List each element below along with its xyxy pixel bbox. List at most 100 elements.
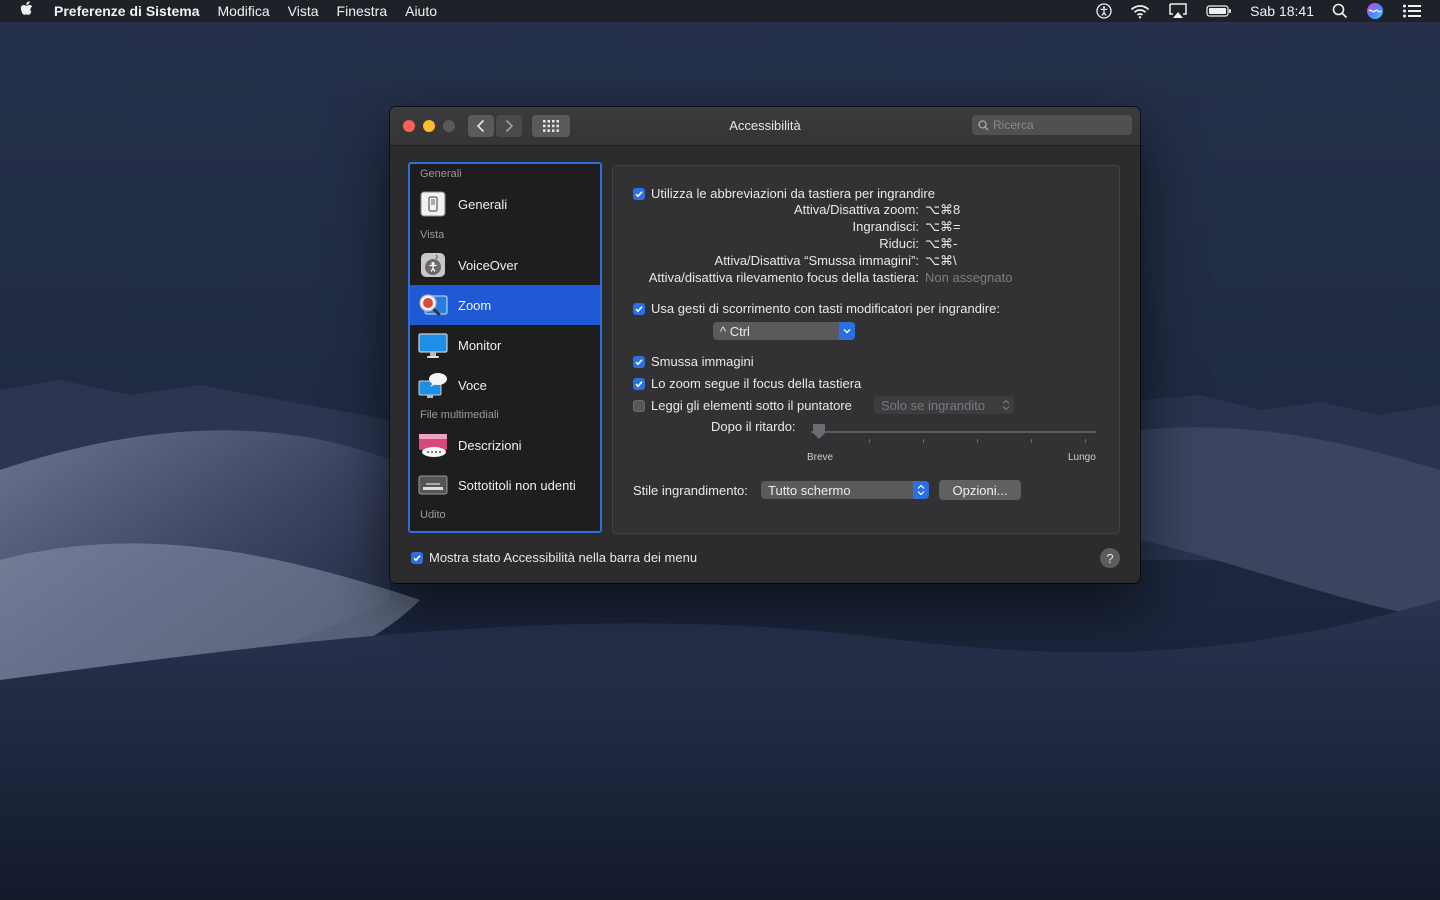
checkmark-icon	[413, 554, 421, 561]
category-sidebar[interactable]: Generali Generali Vista VoiceOver Zoom M…	[408, 162, 602, 533]
wifi-icon[interactable]	[1130, 3, 1150, 19]
sidebar-item-label: Voce	[458, 377, 487, 393]
zoom-icon	[418, 290, 448, 320]
smooth-images-checkbox[interactable]	[633, 355, 645, 368]
menu-aiuto[interactable]: Aiuto	[405, 3, 437, 19]
help-button[interactable]: ?	[1100, 548, 1120, 568]
slider-tick	[1085, 439, 1086, 443]
sidebar-item-label: Monitor	[458, 337, 502, 353]
sidebar-item-monitor[interactable]: Monitor	[410, 325, 600, 365]
search-icon	[978, 119, 989, 130]
scroll-gesture-label: Usa gesti di scorrimento con tasti modif…	[651, 301, 1000, 316]
zoom-style-label: Stile ingrandimento:	[633, 483, 748, 498]
sidebar-section-file-multimediali: File multimediali	[420, 409, 499, 421]
menu-status-label: Mostra stato Accessibilità nella barra d…	[429, 550, 698, 565]
chevron-down-icon	[839, 322, 855, 340]
smooth-images-label: Smussa immagini	[651, 354, 754, 369]
menu-vista[interactable]: Vista	[288, 3, 319, 19]
sidebar-item-label: VoiceOver	[458, 257, 518, 273]
menu-bar: Preferenze di Sistema Modifica Vista Fin…	[0, 0, 1440, 22]
shortcut-value: Non assegnato	[925, 270, 1013, 285]
shortcut-value: ⌥⌘=	[925, 219, 961, 234]
general-icon	[418, 189, 448, 219]
sidebar-item-voiceover[interactable]: VoiceOver	[410, 245, 600, 285]
speech-icon	[418, 370, 448, 400]
keyboard-shortcuts-checkbox[interactable]	[633, 187, 645, 200]
speak-items-checkbox[interactable]	[633, 399, 645, 412]
shortcut-value: ⌥⌘8	[925, 202, 961, 217]
search-field[interactable]	[972, 115, 1132, 135]
sidebar-section-udito: Udito	[420, 509, 446, 521]
sidebar-item-generali[interactable]: Generali	[410, 184, 600, 224]
zoom-style-value: Tutto schermo	[768, 482, 851, 498]
shortcut-label: Attiva/Disattiva “Smussa immagini”:	[714, 253, 919, 268]
sidebar-item-label: Sottotitoli non udenti	[458, 477, 576, 493]
accessibility-window: Accessibilità Generali Generali Vista Vo…	[390, 107, 1140, 583]
sidebar-item-voce[interactable]: Voce	[410, 365, 600, 405]
voiceover-icon	[418, 250, 448, 280]
checkmark-icon	[635, 190, 643, 197]
follow-focus-row[interactable]: Lo zoom segue il focus della tastiera	[633, 376, 861, 391]
descriptions-icon	[418, 430, 448, 460]
spotlight-search-icon[interactable]	[1332, 3, 1348, 19]
keyboard-shortcuts-label: Utilizza le abbreviazioni da tastiera pe…	[651, 186, 935, 201]
follow-focus-checkbox[interactable]	[633, 377, 645, 390]
slider-knob	[813, 424, 825, 439]
zoom-style-popup[interactable]: Tutto schermo	[761, 481, 929, 499]
delay-label: Dopo il ritardo:	[711, 419, 796, 434]
shortcut-label: Riduci:	[879, 236, 919, 251]
slider-tick	[923, 439, 924, 443]
scroll-gesture-checkbox[interactable]	[633, 302, 645, 315]
delay-slider	[811, 422, 1096, 443]
menu-app-name[interactable]: Preferenze di Sistema	[54, 3, 200, 19]
checkmark-icon	[635, 380, 643, 387]
menu-status-row[interactable]: Mostra stato Accessibilità nella barra d…	[411, 550, 697, 565]
slider-tick	[869, 439, 870, 443]
notification-center-icon[interactable]	[1402, 3, 1422, 19]
slider-tick	[977, 439, 978, 443]
checkmark-icon	[635, 305, 643, 312]
sidebar-item-zoom[interactable]: Zoom	[410, 285, 600, 325]
speak-items-label: Leggi gli elementi sotto il puntatore	[651, 398, 852, 413]
updown-chevron-icon	[913, 481, 929, 499]
sidebar-item-descrizioni[interactable]: Descrizioni	[410, 425, 600, 465]
sidebar-item-sottotitoli[interactable]: Sottotitoli non udenti	[410, 465, 600, 505]
smooth-images-row[interactable]: Smussa immagini	[633, 354, 754, 369]
shortcut-label: Attiva/disattiva rilevamento focus della…	[648, 270, 919, 285]
follow-focus-label: Lo zoom segue il focus della tastiera	[651, 376, 862, 391]
keyboard-shortcuts-row[interactable]: Utilizza le abbreviazioni da tastiera pe…	[633, 186, 935, 201]
apple-menu-icon[interactable]	[20, 1, 34, 21]
slider-tick	[1031, 439, 1032, 443]
speak-items-row[interactable]: Leggi gli elementi sotto il puntatore	[633, 398, 852, 413]
sidebar-item-label: Zoom	[458, 297, 492, 313]
menu-status-checkbox[interactable]	[411, 551, 423, 564]
menu-modifica[interactable]: Modifica	[218, 3, 270, 19]
battery-icon[interactable]	[1206, 4, 1232, 18]
siri-icon[interactable]	[1366, 2, 1384, 20]
scroll-gesture-row[interactable]: Usa gesti di scorrimento con tasti modif…	[633, 301, 1000, 316]
shortcut-label: Attiva/Disattiva zoom:	[794, 202, 919, 217]
airplay-icon[interactable]	[1168, 3, 1188, 19]
clock[interactable]: Sab 18:41	[1250, 3, 1314, 19]
shortcuts-list: Attiva/Disattiva zoom: ⌥⌘8 Ingrandisci: …	[613, 202, 1121, 292]
shortcut-value: ⌥⌘\	[925, 253, 957, 268]
search-input[interactable]	[989, 118, 1123, 132]
modifier-key-value: ^ Ctrl	[720, 323, 750, 339]
shortcut-value: ⌥⌘-	[925, 236, 958, 251]
modifier-key-popup[interactable]: ^ Ctrl	[713, 322, 855, 340]
menu-finestra[interactable]: Finestra	[337, 3, 388, 19]
sidebar-section-vista: Vista	[420, 229, 445, 241]
slider-track	[811, 431, 1096, 433]
monitor-icon	[418, 330, 448, 360]
captions-icon	[418, 470, 448, 500]
options-button[interactable]: Opzioni...	[939, 480, 1021, 500]
shortcut-label: Ingrandisci:	[852, 219, 919, 234]
accessibility-status-icon[interactable]	[1096, 3, 1112, 19]
sidebar-item-label: Descrizioni	[458, 437, 522, 453]
zoom-settings-pane: Utilizza le abbreviazioni da tastiera pe…	[612, 165, 1120, 534]
sidebar-item-label: Generali	[458, 196, 508, 212]
delay-min-label: Breve	[807, 452, 834, 463]
delay-max-label: Lungo	[1068, 452, 1096, 463]
sidebar-section-generali: Generali	[420, 168, 462, 180]
title-bar: Accessibilità	[390, 107, 1140, 146]
